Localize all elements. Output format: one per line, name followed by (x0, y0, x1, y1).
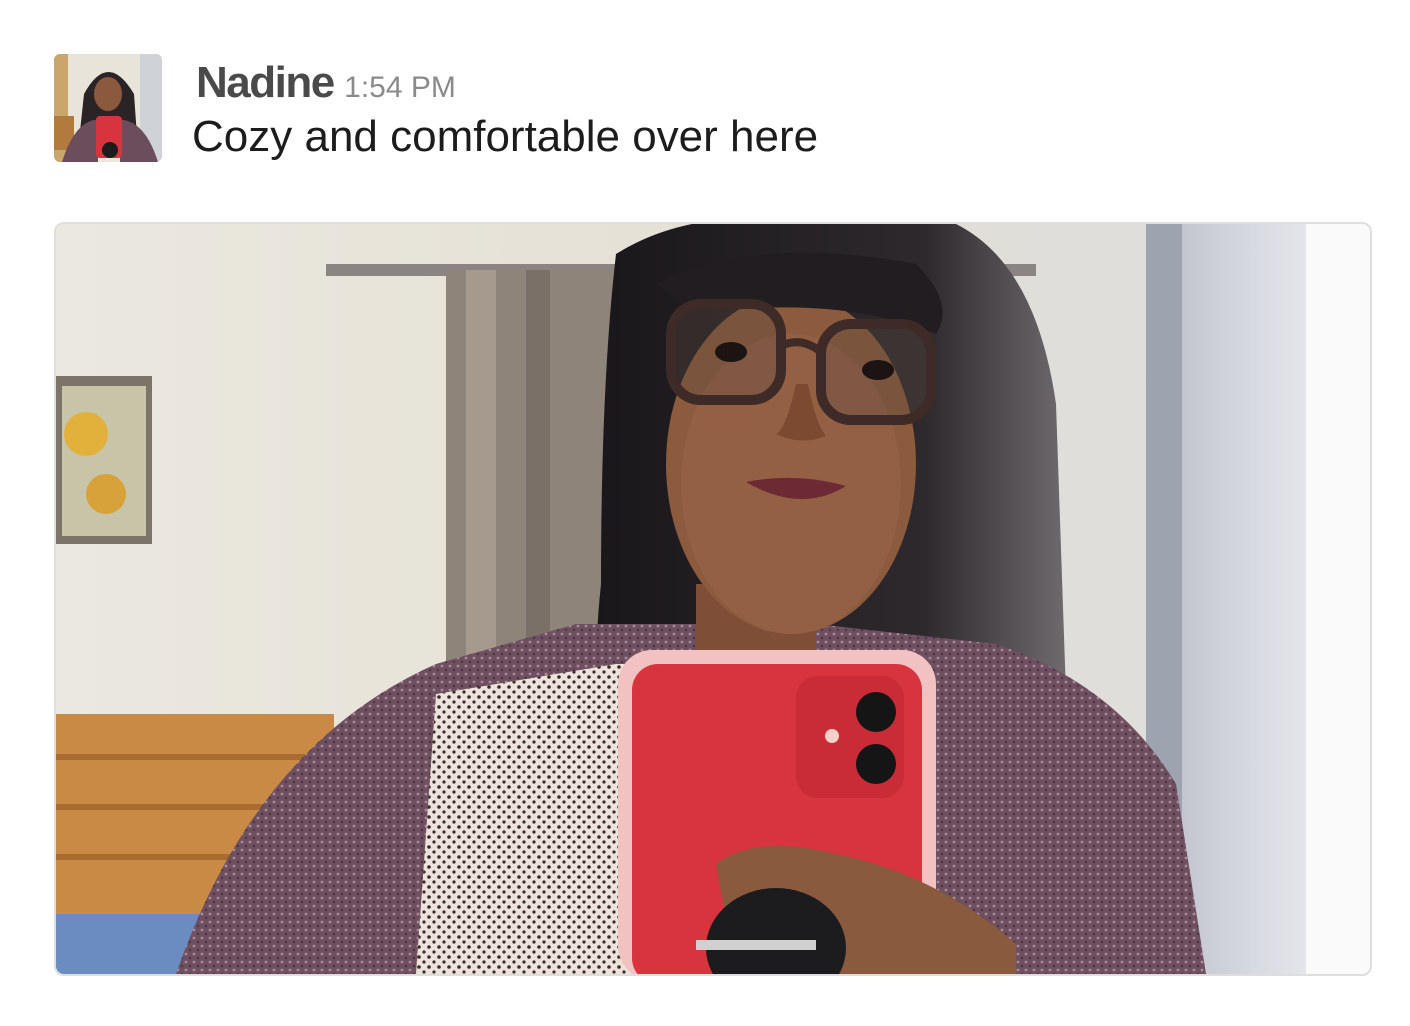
message-text: Cozy and comfortable over here (192, 112, 819, 161)
image-attachment[interactable] (54, 222, 1372, 976)
author-name[interactable]: Nadine (196, 58, 335, 107)
user-avatar[interactable] (54, 54, 162, 162)
message-timestamp[interactable]: 1:54 PM (344, 71, 456, 104)
chat-message: Nadine 1:54 PM Cozy and comfortable over… (0, 0, 1410, 1026)
message-header: Nadine 1:54 PM (196, 58, 456, 108)
avatar-photo-icon (54, 54, 162, 162)
selfie-photo-icon (56, 224, 1370, 974)
